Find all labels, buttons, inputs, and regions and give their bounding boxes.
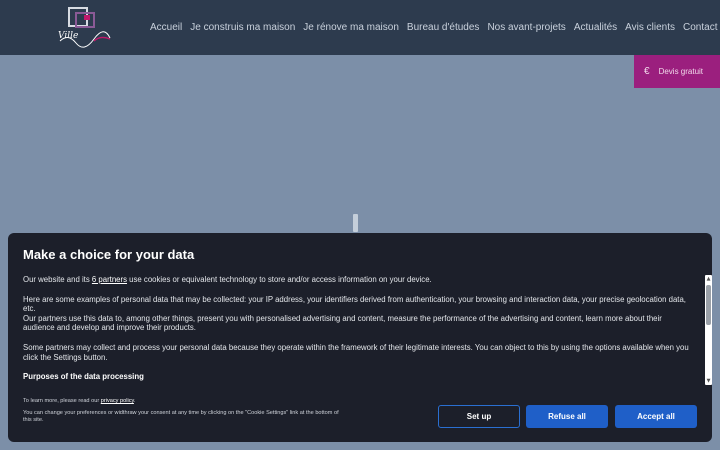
consent-scrollbar[interactable]: ▲ ▼ <box>705 275 712 385</box>
cookie-consent-dialog: Make a choice for your data Our website … <box>8 233 712 442</box>
loading-indicator <box>353 214 358 232</box>
set-up-button[interactable]: Set up <box>438 405 520 428</box>
consent-paragraph-2: Here are some examples of personal data … <box>23 294 686 314</box>
refuse-all-button[interactable]: Refuse all <box>526 405 608 428</box>
logo-text: Ville <box>58 31 79 41</box>
consent-paragraph-1: Our website and its 6 partners use cooki… <box>23 275 432 284</box>
devis-label: Devis gratuit <box>658 67 704 76</box>
consent-body: Our website and its 6 partners use cooki… <box>23 275 695 385</box>
nav-avis-clients[interactable]: Avis clients <box>625 22 675 33</box>
scroll-thumb[interactable] <box>706 285 711 325</box>
euro-icon: € <box>644 66 650 77</box>
accept-all-button[interactable]: Accept all <box>615 405 697 428</box>
scroll-up-icon[interactable]: ▲ <box>705 275 712 283</box>
nav-contact[interactable]: Contact <box>683 22 717 33</box>
main-nav: Accueil Je construis ma maison Je rénove… <box>150 0 720 55</box>
consent-footer-text: To learn more, please read our privacy p… <box>23 398 343 424</box>
nav-bureau-etudes[interactable]: Bureau d'études <box>407 22 480 33</box>
nav-je-construis[interactable]: Je construis ma maison <box>190 22 295 33</box>
devis-gratuit-button[interactable]: € Devis gratuit <box>634 55 720 88</box>
nav-accueil[interactable]: Accueil <box>150 22 182 33</box>
partners-link[interactable]: 6 partners <box>92 275 127 284</box>
privacy-line: To learn more, please read our privacy p… <box>23 398 136 404</box>
site-header: Ville Accueil Je construis ma maison Je … <box>0 0 720 55</box>
purposes-heading: Purposes of the data processing <box>23 372 144 382</box>
preferences-line: You can change your preferences or width… <box>23 410 339 423</box>
scroll-down-icon[interactable]: ▼ <box>705 377 712 385</box>
site-logo[interactable]: Ville <box>54 5 114 51</box>
privacy-policy-link[interactable]: privacy policy <box>101 398 134 404</box>
consent-paragraph-3: Our partners use this data to, among oth… <box>23 313 662 333</box>
consent-title: Make a choice for your data <box>23 247 195 262</box>
consent-paragraph-4: Some partners may collect and process yo… <box>23 342 689 362</box>
nav-actualites[interactable]: Actualités <box>574 22 617 33</box>
nav-avant-projets[interactable]: Nos avant-projets <box>487 22 565 33</box>
nav-je-renove[interactable]: Je rénove ma maison <box>303 22 399 33</box>
